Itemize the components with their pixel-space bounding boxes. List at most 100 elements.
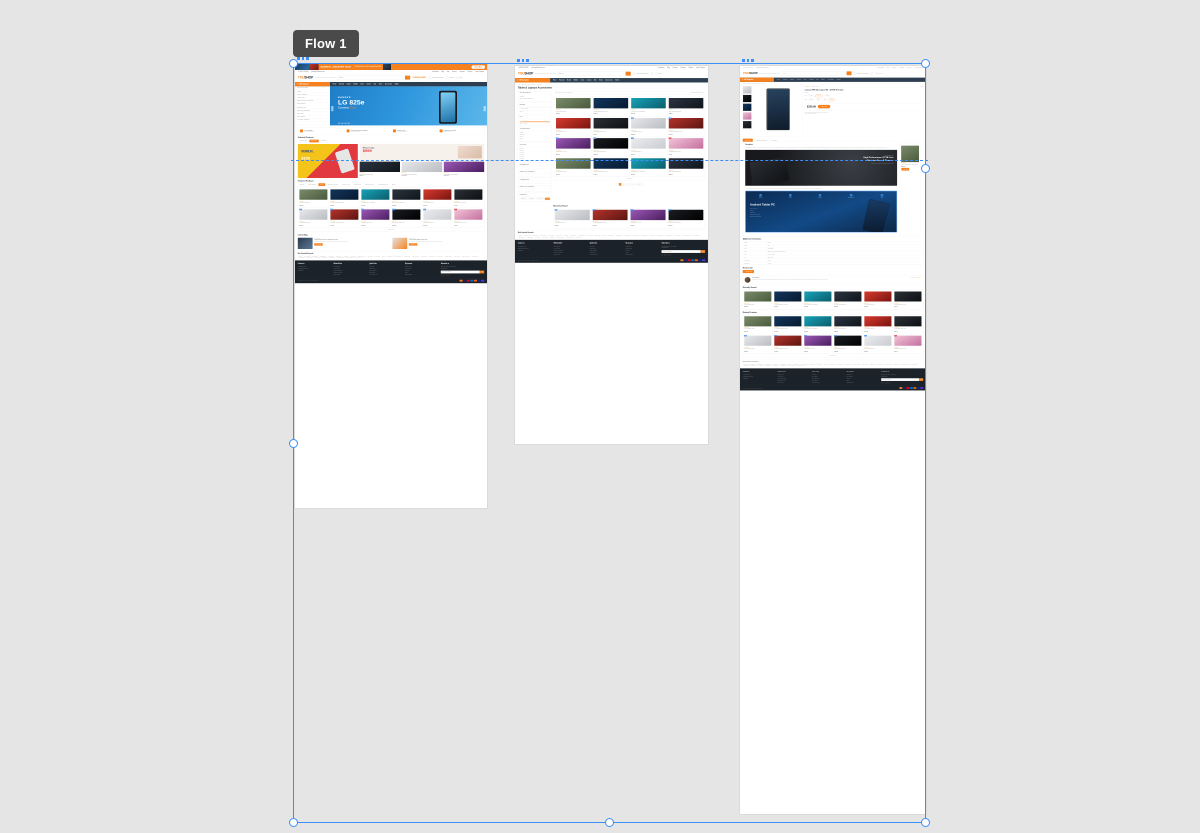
tag-item[interactable]: Chip Page Phone (345, 256, 355, 259)
tag-item[interactable]: Tablet Phone (773, 364, 780, 367)
add-review-button[interactable]: Add Review (742, 270, 754, 274)
blog-post[interactable]: 02 Nov 2020 TV & LED with Smart Android … (392, 237, 484, 249)
iphone-promo-card[interactable]: iPhone 7 plus $999 (359, 144, 485, 160)
nav-accessories[interactable]: Accessories (605, 80, 612, 81)
filter-option[interactable]: Tablet & Laptops Accessories (520, 98, 551, 100)
product-card[interactable]: New ★★★★☆ Lenovo PB Tab 3 plus TB $329.99 (553, 208, 592, 229)
tag-item[interactable]: Branded Phone (780, 364, 789, 367)
product-card[interactable]: New ★★★★☆ HUAWEI MediaPad M5 10.8 inch $415… (772, 334, 803, 354)
tag-item[interactable]: Portable Battery (665, 234, 674, 237)
tag-item[interactable]: Tech Power (758, 364, 766, 367)
tab-laptops[interactable]: Laptops (298, 183, 306, 186)
tag-item[interactable]: Combo Phones (844, 363, 853, 365)
header-compare[interactable]: Compare (445, 76, 454, 79)
product-card[interactable]: ★★★★☆ XPS Laptop Intel 4K UHD Display $930… (360, 187, 391, 208)
tag-item[interactable]: Mobile phone Cover (461, 255, 472, 257)
frame1-grab-handle[interactable] (297, 57, 309, 60)
product-card[interactable]: New ★★★★☆ WIFI 4G Tablet Galaxy A8 $759.00 (422, 207, 453, 228)
page-button[interactable]: 3 (625, 183, 628, 186)
tag-item[interactable]: Smart Phone (765, 364, 773, 367)
product-card[interactable]: New ★★★★☆ Lenovo PB Tab 3 plus TB $329.99 (629, 116, 668, 137)
page-button[interactable]: » (641, 183, 644, 186)
tag-item[interactable]: SSD Laptop (816, 363, 824, 365)
newsletter-input[interactable] (440, 270, 480, 274)
topbar-phone[interactable]: +1 (800) 123-4567 (743, 67, 753, 68)
tag-item[interactable]: Combo Phones (623, 234, 632, 237)
promo-shop-now-button[interactable]: Shop Now (471, 65, 485, 69)
related-load-more-button[interactable]: Show more (742, 353, 924, 358)
tag-item[interactable]: Luxury Phone (674, 234, 682, 237)
tag-item[interactable]: Signal Range (743, 364, 751, 367)
size-option[interactable]: 7 Inch (807, 94, 814, 98)
product-card[interactable]: ★★★★☆ HUAWEI MediaPad M5 10.8 inch $415.00 (772, 314, 803, 335)
nav-accessories[interactable]: Accessories (385, 84, 392, 85)
color-option[interactable]: Gold (822, 98, 828, 101)
header-compare[interactable] (650, 72, 654, 76)
tag-item[interactable]: Signal Range (518, 236, 526, 238)
tab-description[interactable]: Description (742, 138, 753, 142)
product-card[interactable]: ★★★★☆ Lenovo PB Tab 3 plus TB $329.99 (742, 314, 773, 335)
footer-link[interactable]: Your Order & Pay (812, 381, 842, 383)
topbar-link-blog[interactable]: Blog (442, 71, 445, 72)
tag-item[interactable]: Phone Wireless (853, 363, 862, 365)
tag-item[interactable]: Smart Phones (911, 363, 919, 365)
topbar-link-localization[interactable]: Localization (658, 67, 665, 68)
nav-tablets[interactable]: Tablets (615, 80, 619, 81)
tab-storage[interactable]: Storage Devices (363, 183, 375, 186)
tag-item[interactable]: Combo Phones (403, 255, 412, 257)
tag-item[interactable]: Phone Display (861, 363, 869, 365)
flow-label[interactable]: Flow 1 (293, 30, 359, 57)
hero-next-arrow[interactable] (483, 105, 486, 112)
tag-item[interactable]: Phone Wireless (411, 255, 420, 257)
tag-chip[interactable]: Tablet (544, 197, 551, 200)
topbar-email[interactable]: youshop@domain.com (756, 67, 769, 68)
nav-tablets[interactable]: Tablets (395, 84, 399, 85)
tag-item[interactable]: Portable Battery (444, 255, 453, 257)
logo[interactable]: YOUSHOP (743, 72, 758, 75)
thumbnail[interactable] (742, 112, 752, 120)
featured-load-more-button[interactable]: Show more (297, 228, 485, 232)
tag-item[interactable]: Blue Earphone (615, 234, 624, 237)
product-card[interactable]: New ★★★★☆ HUAWEI MediaPad M5 10.8 inch $415… (667, 116, 705, 137)
product-card[interactable]: ★★★☆☆ Black HD Android Tab 10 inch $188.00 (391, 187, 422, 208)
product-card[interactable]: Sale ★★★★☆ Tab Slim Edge Case 9.7 inch $45.… (667, 136, 705, 157)
product-card[interactable]: ★★★★☆ XPS Laptop Intel 4K UHD Display $930… (629, 96, 668, 117)
social-icons[interactable] (881, 382, 923, 384)
newsletter-submit-button[interactable]: GO (479, 270, 485, 274)
nav-contact[interactable]: Contact (587, 80, 592, 81)
nav-brands[interactable]: Brands (567, 80, 571, 81)
tag-item[interactable]: TWS Earphone (828, 363, 837, 365)
tag-item[interactable]: Smart Phone (321, 256, 329, 259)
all-categories-button[interactable]: ☰ All Categories (515, 78, 551, 83)
tag-item[interactable]: Tablet Phone (329, 256, 337, 259)
product-card[interactable]: ★★★★☆ XPS Laptop Intel 4K UHD Display $930… (802, 314, 833, 335)
blog-read-more-button[interactable]: Read more (408, 243, 418, 246)
tag-item[interactable]: SSD Laptop (374, 255, 381, 257)
footer-link[interactable]: Privacy Policy (777, 381, 807, 383)
tab-others[interactable]: Others (390, 183, 397, 186)
newsletter-input[interactable] (661, 250, 701, 253)
nav-home[interactable]: Home (333, 84, 336, 85)
add-to-cart-button[interactable]: Add to cart (817, 104, 831, 109)
product-card[interactable]: New ★★★★☆ WIFI 4G Tablet Galaxy A8 $759.00 (629, 136, 668, 157)
tag-chip[interactable]: Tabs build (519, 197, 527, 200)
hero-dots[interactable] (338, 122, 350, 124)
tag-item[interactable]: Smart Phones (471, 255, 480, 257)
header-offers[interactable]: Today's Special Offers (632, 72, 648, 76)
thumbnail[interactable] (742, 94, 752, 103)
search-input[interactable]: Search... (337, 75, 404, 80)
nav-stores[interactable]: Stores (599, 80, 603, 81)
tag-item[interactable]: Chip Page Phone (565, 236, 575, 238)
thumbnail[interactable] (742, 85, 752, 94)
product-card[interactable]: ★★★★☆ HUAWEI MediaPad M5 10.8 inch $415.00 (772, 290, 803, 310)
tag-item[interactable]: HDD Laptops (586, 234, 595, 237)
topbar-link-login[interactable]: Login / Register (696, 67, 705, 68)
sidebar-item[interactable]: TV & Home Appliances › (295, 118, 330, 122)
frame-product-detail[interactable]: +1 (800) 123-4567 youshop@domain.com Loc… (740, 66, 926, 814)
resize-handle-bottom-right[interactable] (921, 818, 930, 827)
product-card[interactable]: New ★★★☆☆ Black HD Android Tab 10 inch $188… (592, 136, 630, 157)
social-icons[interactable] (661, 254, 706, 256)
topbar-link-delivery[interactable]: Delivery (468, 71, 473, 72)
tag-item[interactable]: TWS Earphone (606, 234, 616, 237)
tab-smart-electronics[interactable]: Smart Electronics (376, 183, 389, 186)
